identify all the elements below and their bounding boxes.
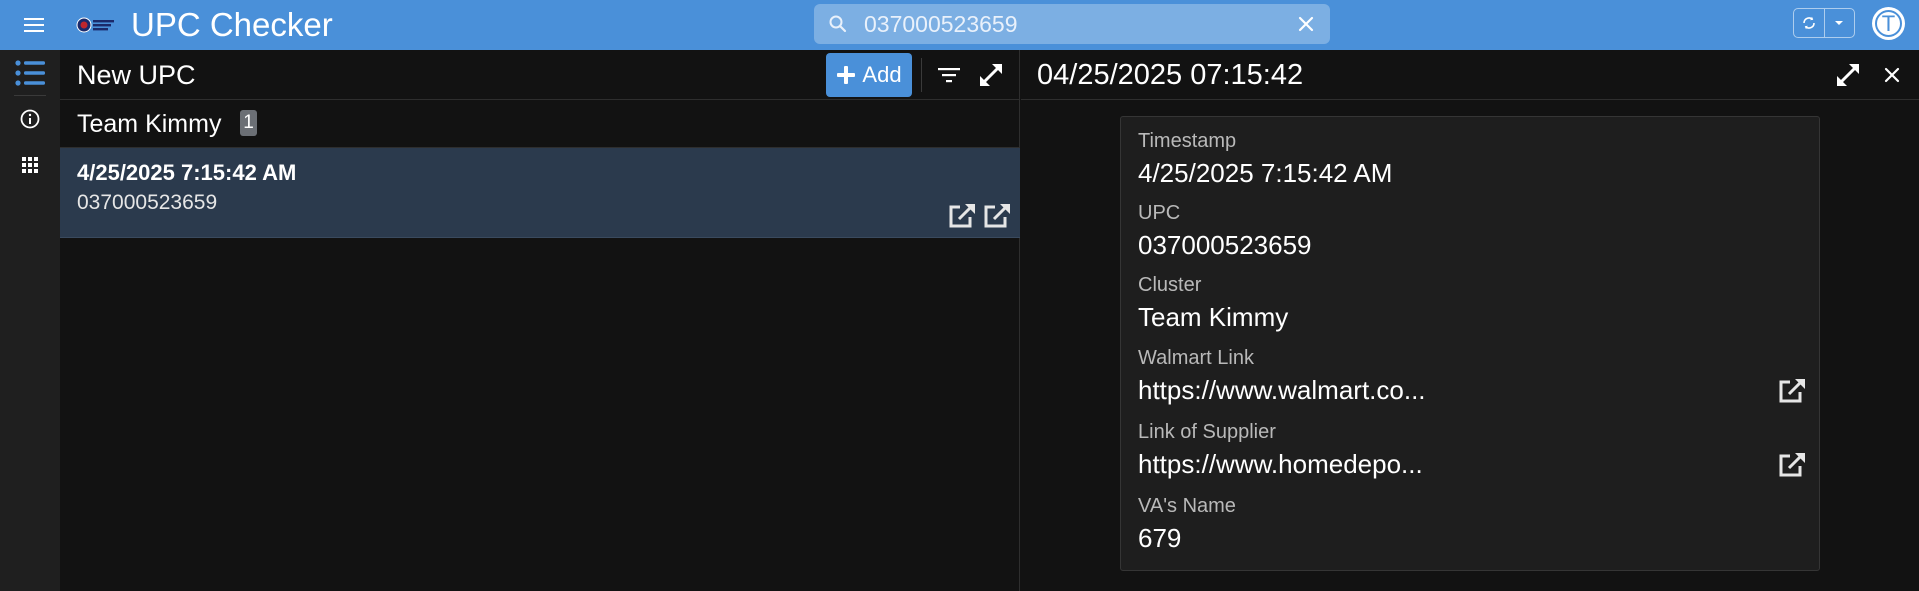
close-icon[interactable] [1879,62,1905,88]
detail-pane: 04/25/2025 07:15:42 Timestamp 4/25/2025 … [1021,50,1919,591]
list-item-subtitle: 037000523659 [77,191,218,214]
detail-card: Timestamp 4/25/2025 7:15:42 AM UPC 03700… [1120,116,1820,571]
field-value: Team Kimmy [1138,302,1289,332]
field-supplier-link: Link of Supplier https://www.homedepo... [1138,419,1808,491]
field-label: Timestamp [1138,130,1237,152]
sync-icon[interactable] [1794,9,1824,37]
field-value[interactable]: https://www.homedepo... [1138,447,1423,481]
add-button-label: Add [862,62,902,87]
apps-grid-icon[interactable] [10,147,50,183]
group-count-badge: 1 [240,110,257,136]
detail-pane-header: 04/25/2025 07:15:42 [1021,50,1919,100]
list-item[interactable]: 4/25/2025 7:15:42 AM 037000523659 [60,148,1020,238]
field-cluster: Cluster Team Kimmy [1138,272,1808,344]
rail-divider [14,95,46,96]
sync-options-chevron-down-icon[interactable] [1823,9,1854,37]
open-walmart-link-icon[interactable] [1776,375,1808,407]
list-pane: New UPC Add Team Kimmy 1 4/25/2025 7:15:… [60,50,1020,591]
list-pane-header: New UPC Add [60,50,1020,100]
search-input[interactable] [864,8,1264,40]
field-upc: UPC 037000523659 [1138,200,1808,272]
info-icon[interactable] [10,101,50,137]
search-icon [828,14,848,34]
user-avatar[interactable]: T [1872,7,1905,40]
detail-expand-icon[interactable] [1833,60,1863,90]
field-value: 4/25/2025 7:15:42 AM [1138,158,1393,188]
detail-title: 04/25/2025 07:15:42 [1037,59,1304,91]
expand-icon[interactable] [976,60,1006,90]
clear-search-icon[interactable] [1296,14,1316,34]
group-label: Team Kimmy [77,110,222,138]
field-walmart-link: Walmart Link https://www.walmart.co... [1138,345,1808,417]
open-walmart-link-icon[interactable] [947,202,977,230]
field-timestamp: Timestamp 4/25/2025 7:15:42 AM [1138,128,1808,200]
app-title: UPC Checker [131,6,333,43]
top-app-bar: UPC Checker T [0,0,1919,50]
search-bar [814,4,1330,44]
avatar-initial: T [1881,10,1896,36]
sync-button-group [1793,8,1855,38]
list-view-icon[interactable] [10,55,50,91]
navigation-rail [0,50,60,591]
add-button[interactable]: Add [826,53,912,97]
list-pane-title: New UPC [77,60,196,90]
filter-icon[interactable] [934,60,964,90]
header-divider [921,58,922,92]
field-label: Walmart Link [1138,347,1254,369]
open-supplier-link-icon[interactable] [1776,449,1808,481]
app-logo [76,12,116,38]
plus-icon [837,66,856,84]
field-label: Cluster [1138,274,1202,296]
open-supplier-link-icon[interactable] [982,202,1012,230]
field-label: VA's Name [1138,495,1236,517]
field-va-name: VA's Name 679 [1138,493,1808,565]
field-label: Link of Supplier [1138,421,1276,443]
field-value: 037000523659 [1138,230,1312,260]
list-item-title: 4/25/2025 7:15:42 AM [77,160,297,185]
group-header[interactable]: Team Kimmy 1 [60,100,1020,148]
field-value[interactable]: https://www.walmart.co... [1138,373,1426,407]
field-value: 679 [1138,523,1182,553]
hamburger-menu-icon[interactable] [18,11,50,39]
field-label: UPC [1138,202,1181,224]
